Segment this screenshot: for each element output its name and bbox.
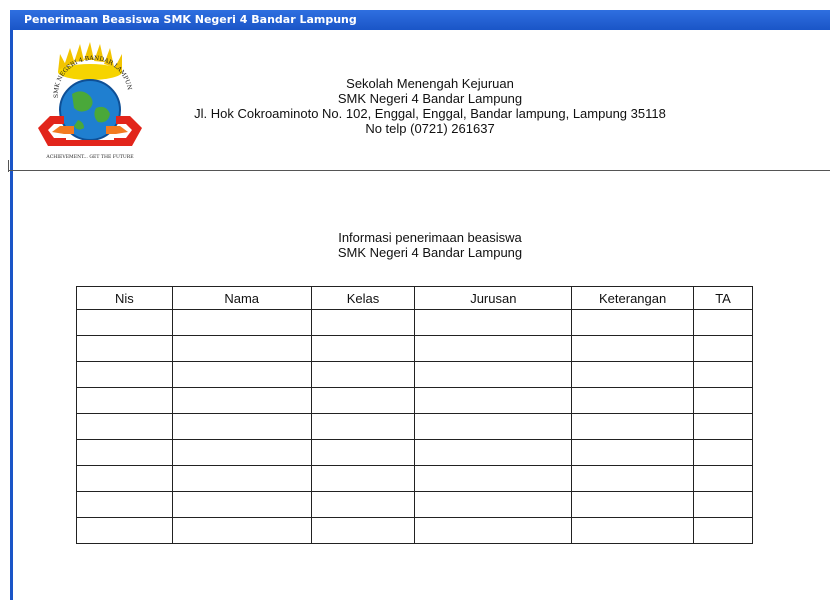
column-header-jurusan[interactable]: Jurusan: [414, 286, 573, 310]
window-title: Penerimaan Beasiswa SMK Negeri 4 Bandar …: [24, 13, 357, 26]
cell-nama[interactable]: [171, 413, 312, 440]
cell-nis[interactable]: [76, 413, 173, 440]
cell-kelas[interactable]: [310, 439, 416, 466]
table-row[interactable]: [76, 361, 753, 388]
table-row[interactable]: [76, 465, 753, 492]
school-header: Sekolah Menengah Kejuruan SMK Negeri 4 B…: [160, 76, 700, 136]
cell-kelas[interactable]: [310, 309, 416, 336]
table-row[interactable]: [76, 335, 753, 362]
cell-nama[interactable]: [171, 465, 312, 492]
cell-keterangan[interactable]: [571, 439, 695, 466]
cell-keterangan[interactable]: [571, 517, 695, 544]
cell-jurusan[interactable]: [414, 387, 573, 414]
cell-nis[interactable]: [76, 387, 173, 414]
cell-ta[interactable]: [693, 465, 753, 492]
column-header-nis[interactable]: Nis: [76, 286, 173, 310]
cell-keterangan[interactable]: [571, 413, 695, 440]
header-school-type: Sekolah Menengah Kejuruan: [346, 76, 514, 91]
cell-keterangan[interactable]: [571, 361, 695, 388]
cell-ta[interactable]: [693, 517, 753, 544]
cell-ta[interactable]: [693, 335, 753, 362]
header-school-name: SMK Negeri 4 Bandar Lampung: [337, 91, 523, 106]
cell-kelas[interactable]: [310, 517, 416, 544]
cell-nama[interactable]: [171, 439, 312, 466]
info-heading: Informasi penerimaan beasiswa SMK Negeri…: [280, 230, 580, 260]
cell-nama[interactable]: [171, 517, 312, 544]
cell-jurusan[interactable]: [414, 335, 573, 362]
header-address: Jl. Hok Cokroaminoto No. 102, Enggal, En…: [194, 106, 666, 121]
cell-nis[interactable]: [76, 517, 173, 544]
table-row[interactable]: [76, 413, 753, 440]
cell-nis[interactable]: [76, 465, 173, 492]
window-title-bar[interactable]: Penerimaan Beasiswa SMK Negeri 4 Bandar …: [10, 10, 830, 30]
cell-kelas[interactable]: [310, 361, 416, 388]
cell-ta[interactable]: [693, 491, 753, 518]
cell-jurusan[interactable]: [414, 309, 573, 336]
header-divider: [8, 170, 830, 171]
column-header-keterangan[interactable]: Keterangan: [571, 286, 695, 310]
cell-nama[interactable]: [171, 491, 312, 518]
cell-nis[interactable]: [76, 309, 173, 336]
cell-nis[interactable]: [76, 439, 173, 466]
cell-ta[interactable]: [693, 413, 753, 440]
cell-kelas[interactable]: [310, 491, 416, 518]
cell-nama[interactable]: [171, 335, 312, 362]
column-header-kelas[interactable]: Kelas: [310, 286, 416, 310]
cell-nama[interactable]: [171, 387, 312, 414]
cell-ta[interactable]: [693, 387, 753, 414]
column-header-ta[interactable]: TA: [693, 286, 753, 310]
cell-jurusan[interactable]: [414, 491, 573, 518]
cell-keterangan[interactable]: [571, 335, 695, 362]
cell-ta[interactable]: [693, 309, 753, 336]
cell-kelas[interactable]: [310, 413, 416, 440]
cell-nis[interactable]: [76, 335, 173, 362]
cell-keterangan[interactable]: [571, 491, 695, 518]
school-logo: SMK NEGERI 4 BANDAR LAMPUNG ACHIEVEMENT.…: [30, 42, 142, 160]
column-header-nama[interactable]: Nama: [171, 286, 312, 310]
table-header-row: Nis Nama Kelas Jurusan Keterangan TA: [76, 286, 753, 310]
cell-ta[interactable]: [693, 439, 753, 466]
cell-jurusan[interactable]: [414, 465, 573, 492]
cell-keterangan[interactable]: [571, 465, 695, 492]
table-row[interactable]: [76, 517, 753, 544]
cell-jurusan[interactable]: [414, 517, 573, 544]
scholarship-table: Nis Nama Kelas Jurusan Keterangan TA: [76, 286, 753, 544]
cell-jurusan[interactable]: [414, 413, 573, 440]
cell-kelas[interactable]: [310, 335, 416, 362]
info-title: Informasi penerimaan beasiswa: [338, 230, 522, 245]
table-row[interactable]: [76, 387, 753, 414]
logo-tagline: ACHIEVEMENT... GET THE FUTURE: [45, 154, 133, 160]
cell-nama[interactable]: [171, 361, 312, 388]
cell-jurusan[interactable]: [414, 439, 573, 466]
cell-nis[interactable]: [76, 491, 173, 518]
table-row[interactable]: [76, 491, 753, 518]
cell-kelas[interactable]: [310, 387, 416, 414]
info-subtitle: SMK Negeri 4 Bandar Lampung: [337, 245, 523, 260]
cell-kelas[interactable]: [310, 465, 416, 492]
cell-keterangan[interactable]: [571, 309, 695, 336]
cell-nis[interactable]: [76, 361, 173, 388]
cell-nama[interactable]: [171, 309, 312, 336]
window-left-border: [10, 30, 13, 600]
cell-jurusan[interactable]: [414, 361, 573, 388]
cell-ta[interactable]: [693, 361, 753, 388]
table-row[interactable]: [76, 439, 753, 466]
cell-keterangan[interactable]: [571, 387, 695, 414]
table-row[interactable]: [76, 309, 753, 336]
header-phone: No telp (0721) 261637: [365, 121, 495, 136]
